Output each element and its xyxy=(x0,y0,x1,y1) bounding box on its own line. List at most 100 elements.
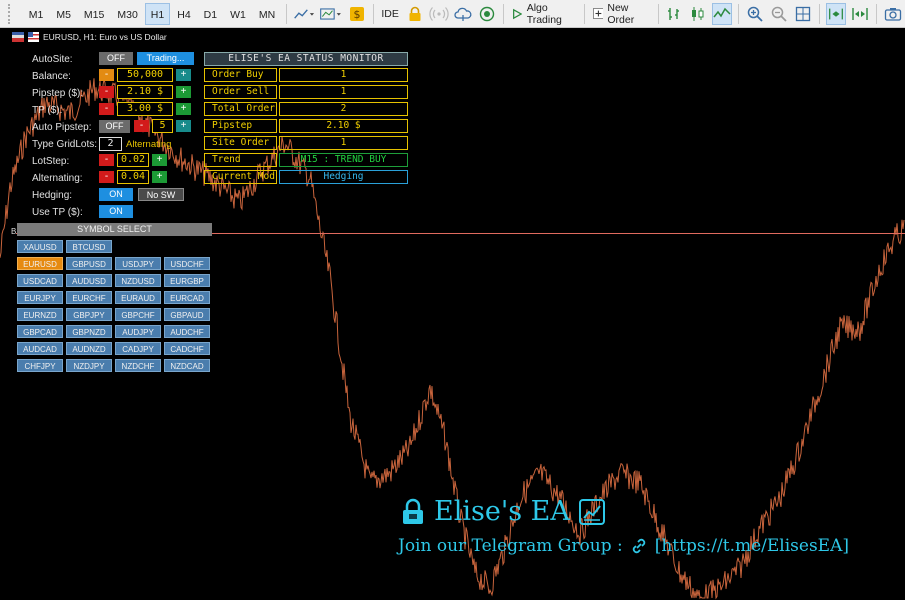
screenshot-icon[interactable] xyxy=(883,3,903,25)
symbol-button-eurchf[interactable]: EURCHF xyxy=(66,291,112,304)
symbol-button-audcad[interactable]: AUDCAD xyxy=(17,342,63,355)
algo-trading-button[interactable]: Algo Trading xyxy=(508,1,580,26)
symbol-button-usdcad[interactable]: USDCAD xyxy=(17,274,63,287)
pipstep-plus-button[interactable]: + xyxy=(176,86,191,98)
tp-label: TP ($): xyxy=(32,105,63,116)
symbol-button-audchf[interactable]: AUDCHF xyxy=(164,325,210,338)
algo-trading-label: Algo Trading xyxy=(526,1,562,26)
grid-icon[interactable] xyxy=(793,3,813,25)
link-icon xyxy=(632,538,645,554)
symbol-button-eurnzd[interactable]: EURNZD xyxy=(17,308,63,321)
symbol-button-chfjpy[interactable]: CHFJPY xyxy=(17,359,63,372)
symbol-button-nzdjpy[interactable]: NZDJPY xyxy=(66,359,112,372)
tp-value[interactable]: 3.00 $ xyxy=(117,102,173,116)
timeframe-h4-button[interactable]: H4 xyxy=(171,3,196,25)
symbol-button-nzdchf[interactable]: NZDCHF xyxy=(115,359,161,372)
symbol-button-audjpy[interactable]: AUDJPY xyxy=(115,325,161,338)
pipstep-minus-button[interactable]: - xyxy=(99,86,114,98)
pipstep-value[interactable]: 2.10 $ xyxy=(117,85,173,99)
indicators-icon[interactable] xyxy=(319,3,343,25)
plus-icon xyxy=(592,8,604,19)
symbol-button-cadjpy[interactable]: CADJPY xyxy=(115,342,161,355)
alternating-plus-button[interactable]: + xyxy=(152,171,167,183)
symbol-button-nzdcad[interactable]: NZDCAD xyxy=(164,359,210,372)
symbol-button-eurcad[interactable]: EURCAD xyxy=(164,291,210,304)
zoom-out-icon[interactable] xyxy=(769,3,789,25)
monitor-label-order-sell: Order Sell xyxy=(204,85,277,99)
monitor-value-order-sell: 1 xyxy=(279,85,408,99)
symbol-button-nzdusd[interactable]: NZDUSD xyxy=(115,274,161,287)
symbol-button-eurgbp[interactable]: EURGBP xyxy=(164,274,210,287)
lotstep-value[interactable]: 0.02 xyxy=(117,153,149,167)
use-tp-on-button[interactable]: ON xyxy=(99,205,133,218)
signal-icon[interactable] xyxy=(429,3,449,25)
symbol-button-audnzd[interactable]: AUDNZD xyxy=(66,342,112,355)
watermark-subtitle-row: Join our Telegram Group : [https://t.me/… xyxy=(398,536,849,556)
alternating-value[interactable]: 0.04 xyxy=(117,170,149,184)
lotstep-plus-button[interactable]: + xyxy=(152,154,167,166)
watermark-subtitle: Join our Telegram Group : xyxy=(398,536,623,556)
lotstep-minus-button[interactable]: - xyxy=(99,154,114,166)
timeframe-m1-button[interactable]: M1 xyxy=(23,3,50,25)
hedging-nosw-button[interactable]: No SW xyxy=(138,188,184,201)
toolbar-grip[interactable] xyxy=(8,3,17,24)
alternating-minus-button[interactable]: - xyxy=(99,171,114,183)
monitor-value-trend: M15 : TREND BUY xyxy=(279,153,408,167)
monitor-label-site-order: Site Order xyxy=(204,136,277,150)
timeframe-m5-button[interactable]: M5 xyxy=(50,3,77,25)
symbol-button-btcusd[interactable]: BTCUSD xyxy=(66,240,112,253)
timeframe-m30-button[interactable]: M30 xyxy=(111,3,143,25)
zoom-in-icon[interactable] xyxy=(745,3,765,25)
new-order-button[interactable]: New Order xyxy=(589,2,654,26)
symbol-button-gbpaud[interactable]: GBPAUD xyxy=(164,308,210,321)
symbol-button-usdjpy[interactable]: USDJPY xyxy=(115,257,161,270)
chart-type-icon[interactable] xyxy=(293,3,315,25)
symbol-button-gbpnzd[interactable]: GBPNZD xyxy=(66,325,112,338)
auto-pipstep-minus-button[interactable]: - xyxy=(134,120,149,132)
symbol-button-audusd[interactable]: AUDUSD xyxy=(66,274,112,287)
timeframe-d1-button[interactable]: D1 xyxy=(198,3,223,25)
auto-pipstep-value[interactable]: 5 xyxy=(152,119,173,133)
timeframe-h1-button[interactable]: H1 xyxy=(144,2,171,25)
symbol-select-header: SYMBOL SELECT xyxy=(17,223,212,236)
monitor-label-total-order: Total Order xyxy=(204,102,277,116)
hedging-on-button[interactable]: ON xyxy=(99,188,133,201)
symbol-button-xauusd[interactable]: XAUUSD xyxy=(17,240,63,253)
balance-minus-button[interactable]: - xyxy=(99,69,114,81)
ide-button[interactable]: IDE xyxy=(377,3,403,25)
autosite-off-button[interactable]: OFF xyxy=(99,52,133,65)
tp-plus-button[interactable]: + xyxy=(176,103,191,115)
line-chart-icon[interactable] xyxy=(712,2,733,25)
chart-shift-icon[interactable] xyxy=(850,3,870,25)
bar-chart-icon[interactable] xyxy=(664,3,684,25)
auto-pipstep-plus-button[interactable]: + xyxy=(176,120,191,132)
flag-us-icon xyxy=(28,32,39,42)
balance-value[interactable]: 50,000 xyxy=(117,68,173,82)
symbol-button-gbpusd[interactable]: GBPUSD xyxy=(66,257,112,270)
watermark-title-row: Elise's EA xyxy=(400,496,606,527)
watermark-link[interactable]: [https://t.me/ElisesEA] xyxy=(655,536,849,556)
candlestick-icon[interactable] xyxy=(688,3,708,25)
timeframe-mn-button[interactable]: MN xyxy=(253,3,281,25)
autosite-trading-button[interactable]: Trading... xyxy=(137,52,194,65)
cloud-icon[interactable] xyxy=(453,3,473,25)
symbol-button-eurusd[interactable]: EURUSD xyxy=(17,257,63,270)
lock-icon[interactable] xyxy=(405,3,425,25)
symbol-button-usdchf[interactable]: USDCHF xyxy=(164,257,210,270)
timeframe-m15-button[interactable]: M15 xyxy=(78,3,110,25)
auto-scroll-icon[interactable] xyxy=(826,2,847,25)
symbol-button-gbpchf[interactable]: GBPCHF xyxy=(115,308,161,321)
balance-plus-button[interactable]: + xyxy=(176,69,191,81)
auto-pipstep-off-button[interactable]: OFF xyxy=(99,120,130,133)
vps-icon[interactable] xyxy=(477,3,497,25)
type-gridlots-value[interactable]: 2 xyxy=(99,137,122,151)
symbol-button-euraud[interactable]: EURAUD xyxy=(115,291,161,304)
tp-minus-button[interactable]: - xyxy=(99,103,114,115)
symbol-button-gbpcad[interactable]: GBPCAD xyxy=(17,325,63,338)
symbol-button-gbpjpy[interactable]: GBPJPY xyxy=(66,308,112,321)
symbol-button-cadchf[interactable]: CADCHF xyxy=(164,342,210,355)
symbol-button-eurjpy[interactable]: EURJPY xyxy=(17,291,63,304)
alternating-label: Alternating: xyxy=(32,173,83,184)
dollar-icon[interactable]: $ xyxy=(347,3,367,25)
timeframe-w1-button[interactable]: W1 xyxy=(224,3,252,25)
